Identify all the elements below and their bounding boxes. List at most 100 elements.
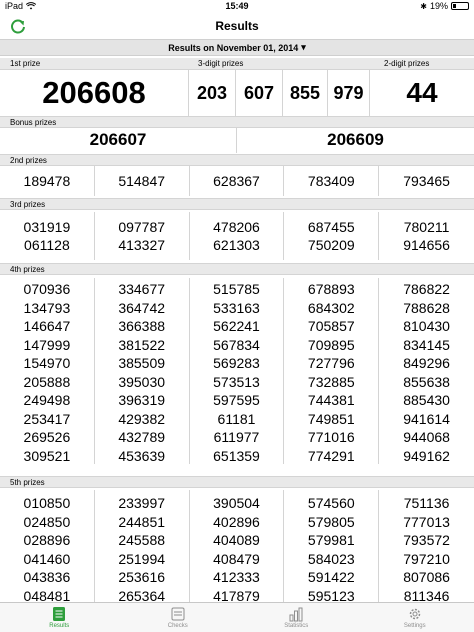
prize-number: 774291	[307, 447, 355, 464]
prize-number: 793572	[403, 532, 450, 548]
prize-column: 786822 788628 810430 834145 849296 855638 8854…	[379, 278, 474, 464]
third-prizes-grid: 031919 061128 097787 413327 478206 621303 6874…	[0, 212, 474, 260]
prize-number: 807086	[403, 569, 450, 585]
prize-number: 597595	[213, 392, 260, 408]
prize-number: 061128	[24, 237, 70, 253]
battery-percent: 19%	[429, 1, 448, 11]
prize-number: 573513	[213, 373, 260, 390]
prize-number: 751136	[403, 495, 450, 511]
prize-number: 687455	[307, 219, 355, 235]
refresh-icon[interactable]	[8, 16, 28, 36]
prize-number: 070936	[23, 281, 71, 297]
prize-number: 584023	[307, 550, 355, 567]
prize-number: 390504	[213, 495, 260, 511]
tab-label: Checks	[167, 623, 188, 629]
prize-number: 031919	[23, 219, 71, 235]
bar-chart-icon	[289, 607, 303, 622]
prize-number: 793465	[403, 173, 450, 189]
prize-number: 944068	[403, 429, 450, 445]
prize-column: 678893 684302 705857 709895 727796 732885 7443…	[284, 278, 380, 464]
prize-number: 010850	[23, 495, 71, 511]
three-digit-prize: 855	[283, 70, 328, 116]
battery-icon	[451, 2, 469, 10]
wifi-icon	[26, 2, 37, 10]
prize-number: 705857	[307, 318, 355, 334]
fifth-prizes-header: 5th prizes	[0, 476, 474, 488]
prize-number: 205888	[23, 373, 71, 390]
prize-number: 429382	[118, 410, 166, 427]
prize-number: 562241	[213, 318, 260, 334]
gear-icon	[409, 608, 420, 620]
page-title: Results	[215, 18, 259, 33]
prize-number: 244851	[118, 513, 166, 530]
prize-number: 777013	[403, 513, 450, 530]
nav-bar: Results	[0, 12, 474, 40]
tab-label: Statistics	[284, 623, 309, 629]
prize-number: 097787	[118, 219, 166, 235]
prize-column: 010850 024850 028896 041460 043836 048481	[0, 490, 95, 604]
second-prizes-header: 2nd prizes	[0, 154, 474, 166]
prize-number: 146647	[23, 318, 71, 334]
tab-checks[interactable]: Checks	[119, 603, 238, 632]
prize-number: 569283	[213, 355, 260, 371]
prize-number: 786822	[403, 281, 450, 297]
fourth-prizes-header: 4th prizes	[0, 263, 474, 275]
prize-number: 404089	[213, 532, 260, 548]
tab-statistics[interactable]: Statistics	[237, 603, 356, 632]
prize-number: 478206	[213, 219, 260, 235]
prize-number: 364742	[118, 299, 166, 316]
prize-number: 432789	[118, 429, 166, 445]
second-prizes-grid: 189478 514847 628367 783409 793465	[0, 166, 474, 196]
tab-settings[interactable]: Settings	[356, 603, 474, 632]
tab-bar: Results Checks Statistics Settings	[0, 602, 474, 632]
prize-number: 788628	[403, 299, 450, 316]
prize-number: 567834	[213, 336, 260, 353]
prize-column: 189478	[0, 166, 95, 196]
prize-column: 070936 134793 146647 147999 154970 205888 2494…	[0, 278, 95, 464]
prize-number: 684302	[307, 299, 355, 316]
tab-label: Results	[49, 623, 70, 629]
prize-number: 621303	[213, 237, 260, 253]
two-digit-prize: 44	[406, 77, 438, 108]
prize-number: 750209	[307, 237, 355, 253]
prize-number: 780211	[403, 219, 450, 235]
prize-number: 514847	[118, 173, 166, 189]
prize-number: 579805	[307, 513, 355, 530]
bonus-prize: 206607	[0, 127, 237, 153]
prize-number: 249498	[23, 392, 71, 408]
date-label: Results on November 01, 2014	[168, 42, 299, 53]
three-digit-header: 3-digit prizes	[198, 59, 244, 68]
prize-column: 751136 777013 793572 797210 807086 811346	[379, 490, 474, 604]
tab-results[interactable]: Results	[0, 603, 119, 632]
prize-number: 395030	[118, 373, 166, 390]
prize-number: 678893	[307, 281, 355, 297]
prize-number: 251994	[118, 550, 166, 567]
prize-number: 366388	[118, 318, 166, 334]
prize-number: 855638	[403, 373, 450, 390]
first-prize-number: 206608	[0, 70, 189, 116]
prize-number: 334677	[118, 281, 166, 297]
fourth-prizes-grid: 070936 134793 146647 147999 154970 205888 2494…	[0, 278, 474, 464]
prize-number: 385509	[118, 355, 166, 371]
prize-number: 028896	[23, 532, 71, 548]
prize-number: 233997	[118, 495, 166, 511]
three-digit-prize: 979	[328, 70, 370, 116]
two-digit-header: 2-digit prizes	[384, 59, 430, 68]
prize-number: 515785	[213, 281, 260, 297]
prize-number: 413327	[118, 237, 166, 253]
prize-number: 134793	[23, 299, 71, 316]
prize-column: 478206 621303	[190, 212, 285, 260]
date-selector[interactable]: Results on November 01, 2014 ▾	[0, 40, 474, 56]
prize-number: 189478	[23, 173, 71, 189]
prize-number: 579981	[307, 532, 355, 548]
three-digit-prize: 607	[236, 70, 283, 116]
status-bar: iPad 15:49 ✱ 19%	[0, 0, 474, 12]
prize-column: 031919 061128	[0, 212, 95, 260]
tab-label: Settings	[403, 623, 426, 629]
prize-column: 515785 533163 562241 567834 569283 573513 5975…	[190, 278, 285, 464]
prize-column: 628367	[190, 166, 285, 196]
prize-number: 408479	[213, 550, 260, 567]
prize-column: 793465	[379, 166, 474, 196]
fifth-prizes-grid: 010850 024850 028896 041460 043836 048481 2339…	[0, 490, 474, 604]
prize-number: 396319	[118, 392, 166, 408]
